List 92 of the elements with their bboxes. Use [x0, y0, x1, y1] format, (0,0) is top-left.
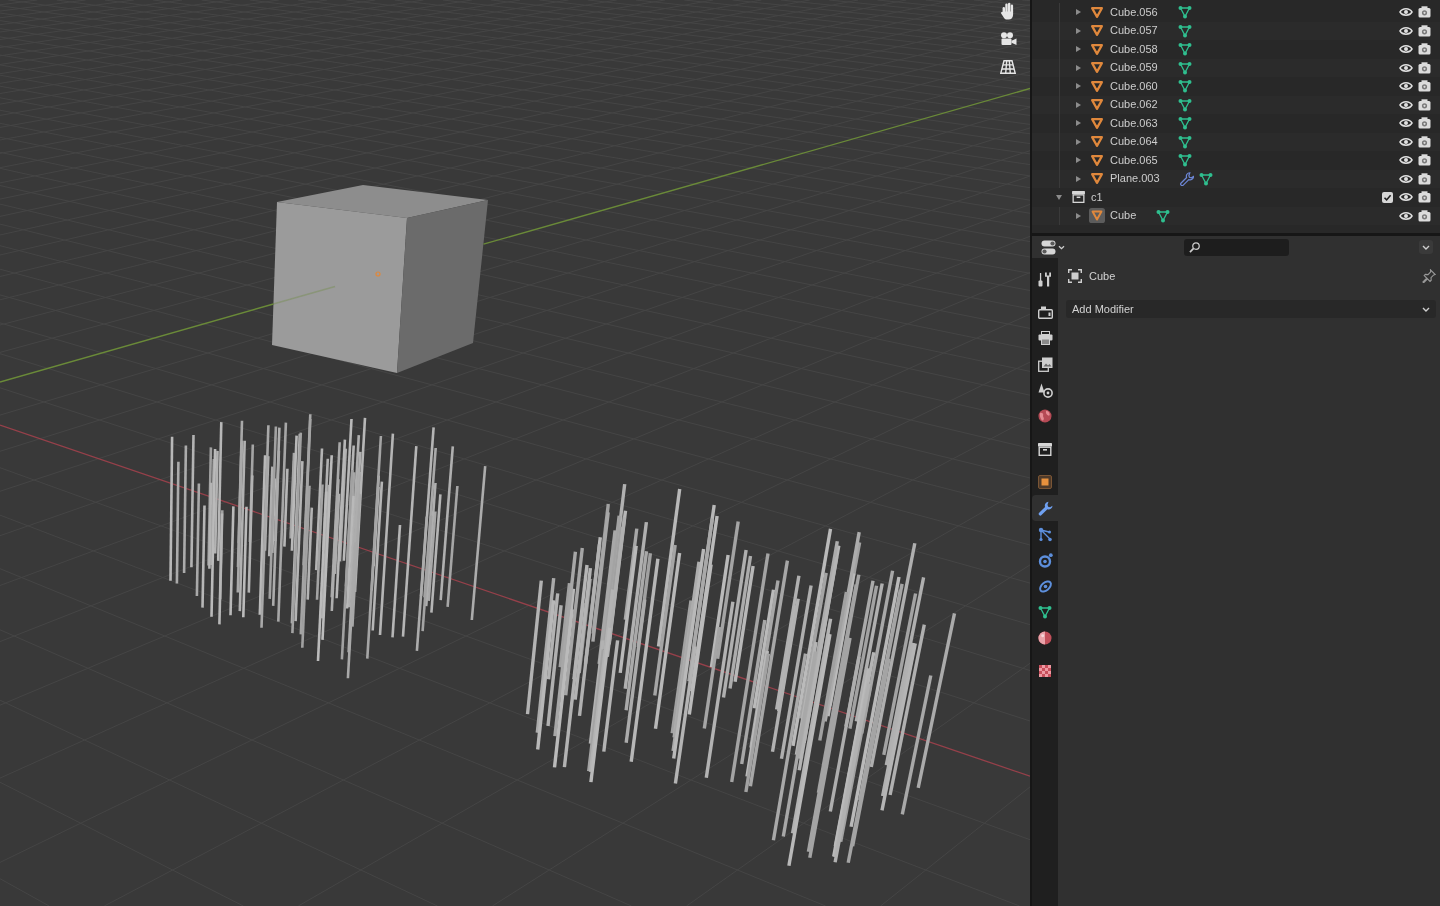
printer-icon	[1037, 331, 1053, 345]
vertex-triangle-icon	[1177, 116, 1192, 131]
camera-icon[interactable]	[1418, 172, 1431, 185]
add-modifier-dropdown[interactable]: Add Modifier	[1066, 300, 1436, 318]
outliner-item-name: Cube.058	[1110, 42, 1158, 56]
disclosure-triangle-icon[interactable]	[1075, 9, 1081, 16]
pin-icon[interactable]	[1422, 269, 1436, 283]
eye-icon[interactable]	[1399, 7, 1413, 18]
camera-icon[interactable]	[1418, 24, 1431, 37]
images-icon	[1037, 356, 1053, 372]
box-icon	[1071, 191, 1085, 204]
camera-icon[interactable]	[1418, 80, 1431, 93]
eye-icon[interactable]	[1399, 173, 1413, 184]
tools-icon	[1038, 271, 1052, 287]
shapes-icon	[1037, 382, 1053, 398]
outliner-item-name: Cube.059	[1110, 61, 1158, 75]
vertex-triangle-icon	[1177, 5, 1192, 20]
wrench-icon[interactable]	[1179, 171, 1194, 186]
camera-icon[interactable]	[1418, 135, 1431, 148]
disclosure-triangle-icon[interactable]	[1075, 175, 1081, 182]
globe-icon	[1038, 409, 1052, 423]
wrench-icon	[1037, 500, 1053, 516]
vertex-triangle-icon	[1038, 605, 1052, 619]
disclosure-triangle-icon[interactable]	[1075, 138, 1081, 145]
toggles-dropdown-icon[interactable]	[1041, 239, 1065, 255]
vertex-triangle-icon	[1177, 42, 1192, 57]
perspective-grid-icon[interactable]	[1000, 60, 1016, 74]
checker-icon	[1039, 665, 1051, 677]
camera-icon[interactable]	[1418, 43, 1431, 56]
vertex-triangle-icon	[1177, 60, 1192, 75]
eye-icon[interactable]	[1399, 136, 1413, 147]
disclosure-triangle-icon[interactable]	[1075, 83, 1081, 90]
disclosure-triangle-icon[interactable]	[1075, 120, 1081, 127]
outliner-item-name: Cube.063	[1110, 116, 1158, 130]
object-name: Cube	[1089, 269, 1116, 283]
sphere-icon	[1038, 631, 1052, 645]
outliner-item-name: Cube.060	[1110, 79, 1158, 93]
vertex-triangle-icon	[1177, 153, 1192, 168]
movie-camera-icon[interactable]	[999, 31, 1017, 47]
camera-icon[interactable]	[1418, 61, 1431, 74]
properties-tab[interactable]	[1032, 495, 1058, 521]
hand-icon[interactable]	[1000, 2, 1016, 20]
eye-icon[interactable]	[1399, 99, 1413, 110]
outliner-item-name: Cube.065	[1110, 153, 1158, 167]
vertex-triangle-icon	[1156, 208, 1171, 223]
chevron-icon	[1422, 306, 1430, 312]
vertex-triangle-icon	[1198, 171, 1213, 186]
vertex-triangle-icon	[1177, 79, 1192, 94]
dropdown-button[interactable]	[1419, 240, 1433, 254]
camera-icon[interactable]	[1418, 191, 1431, 204]
disclosure-triangle-icon[interactable]	[1075, 27, 1081, 34]
nodes-icon	[1038, 526, 1052, 542]
eye-icon[interactable]	[1399, 25, 1413, 36]
camera-icon[interactable]	[1418, 154, 1431, 167]
vertex-triangle-icon	[1177, 23, 1192, 38]
ring-icon	[1037, 578, 1053, 594]
eye-icon[interactable]	[1399, 192, 1413, 203]
outliner-item-name: Cube.057	[1110, 24, 1158, 38]
camera-icon[interactable]	[1418, 6, 1431, 19]
outliner-item-name: Plane.003	[1110, 172, 1160, 186]
checkbox[interactable]	[1382, 191, 1393, 203]
search-icon	[1188, 241, 1200, 253]
disclosure-triangle-icon[interactable]	[1075, 212, 1081, 219]
framed-square-icon	[1068, 269, 1082, 283]
square-icon	[1038, 475, 1052, 489]
vertex-triangle-icon	[1177, 97, 1192, 112]
disclosure-triangle-icon[interactable]	[1075, 157, 1081, 164]
eye-icon[interactable]	[1399, 155, 1413, 166]
vertex-triangle-icon	[1177, 134, 1192, 149]
camera-icon	[1037, 305, 1053, 319]
eye-icon[interactable]	[1399, 62, 1413, 73]
outliner-item-name: c1	[1091, 190, 1103, 204]
disclosure-triangle-icon[interactable]	[1075, 64, 1081, 71]
search-field[interactable]	[1183, 238, 1289, 256]
camera-icon[interactable]	[1418, 117, 1431, 130]
box-icon	[1038, 442, 1052, 456]
outliner-item-name: Cube.064	[1110, 135, 1158, 149]
eye-icon[interactable]	[1399, 81, 1413, 92]
outliner-item-name: Cube	[1110, 209, 1137, 223]
disclosure-triangle-icon[interactable]	[1056, 194, 1062, 200]
eye-icon[interactable]	[1399, 210, 1413, 221]
chevron-icon	[1422, 244, 1430, 250]
disclosure-triangle-icon[interactable]	[1075, 101, 1081, 108]
orbit-icon	[1037, 552, 1053, 568]
disclosure-triangle-icon[interactable]	[1075, 46, 1081, 53]
eye-icon[interactable]	[1399, 44, 1413, 55]
origin-dot-icon	[375, 271, 381, 277]
outliner-item-name: Cube.056	[1110, 5, 1158, 19]
eye-icon[interactable]	[1399, 118, 1413, 129]
outliner-item-name: Cube.062	[1110, 98, 1158, 112]
camera-icon[interactable]	[1418, 209, 1431, 222]
camera-icon[interactable]	[1418, 98, 1431, 111]
